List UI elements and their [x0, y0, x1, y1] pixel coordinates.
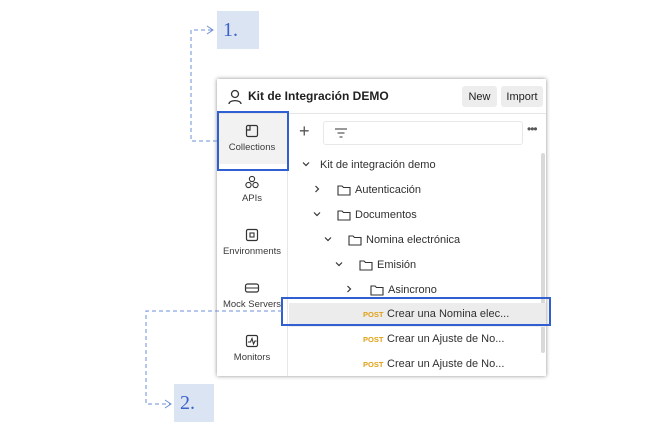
connector-line-2 — [145, 310, 282, 405]
collections-highlight-box — [217, 111, 289, 171]
connector-line-1 — [190, 29, 217, 142]
annotation-overlay — [145, 25, 551, 409]
request-highlight-box — [281, 297, 551, 326]
